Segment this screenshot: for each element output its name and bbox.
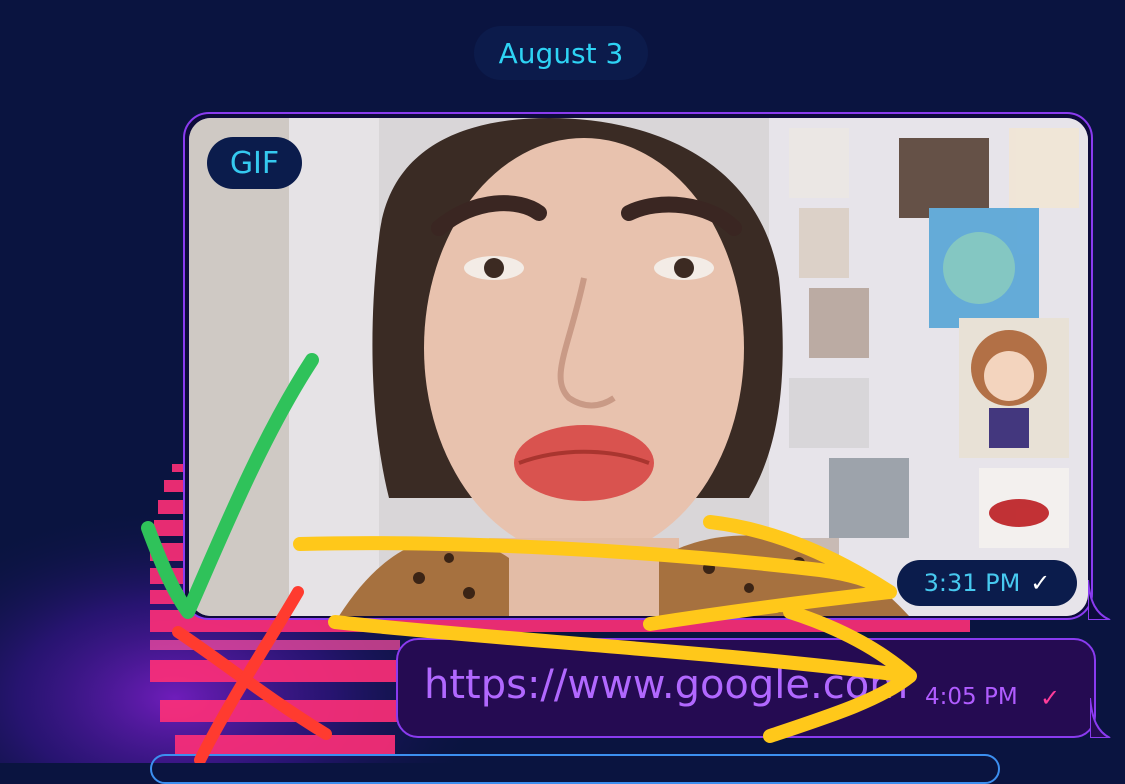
- gif-badge-label: GIF: [229, 145, 280, 181]
- date-label: August 3: [498, 36, 624, 70]
- gif-message-time: 3:31 PM: [923, 569, 1021, 597]
- check-icon: ✓: [1040, 684, 1061, 712]
- gif-image[interactable]: [189, 118, 1088, 616]
- gif-badge: GIF: [207, 137, 302, 189]
- link-message-text[interactable]: https://www.google.com: [424, 662, 908, 708]
- link-bubble-tail: [1090, 698, 1111, 738]
- single-check-icon: ✓: [1030, 569, 1051, 597]
- next-message-bubble[interactable]: [150, 754, 1000, 784]
- link-message-time: 4:05 PM: [925, 684, 1018, 710]
- bubble-tail: [1088, 580, 1111, 620]
- gif-message-timestamp: 3:31 PM ✓: [897, 560, 1077, 606]
- date-separator: August 3: [474, 26, 648, 80]
